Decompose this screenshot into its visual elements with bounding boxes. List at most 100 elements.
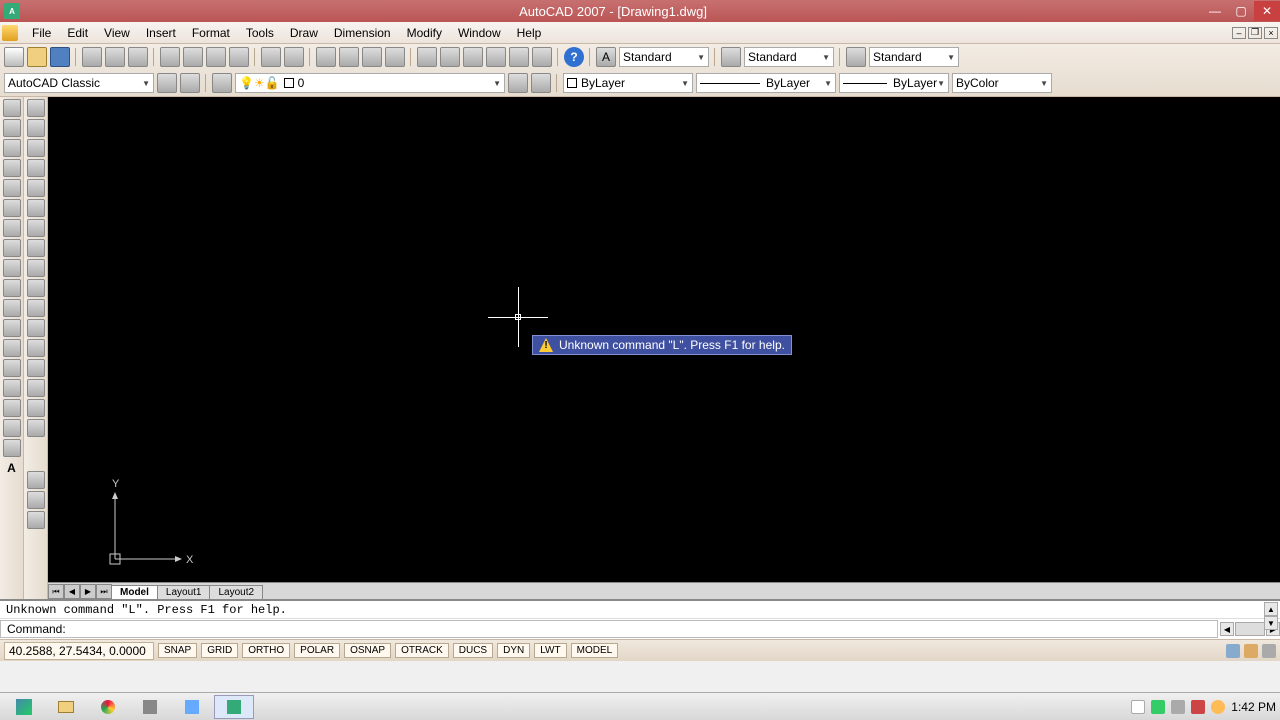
quickcalc-icon[interactable] — [532, 47, 552, 67]
zoom-previous-icon[interactable] — [362, 47, 382, 67]
undo-icon[interactable] — [261, 47, 281, 67]
lineweight-dropdown[interactable]: ByLayer▼ — [839, 73, 949, 93]
zoom-realtime-icon[interactable] — [339, 47, 359, 67]
draworder-back-icon[interactable] — [27, 491, 45, 509]
menu-dimension[interactable]: Dimension — [326, 23, 399, 43]
dim-style-dropdown[interactable]: Standard▼ — [744, 47, 834, 67]
open-icon[interactable] — [27, 47, 47, 67]
join-icon[interactable] — [27, 359, 45, 377]
sheet-set-icon[interactable] — [486, 47, 506, 67]
cmd-scroll-down-icon[interactable]: ▼ — [1264, 616, 1278, 630]
scale-icon[interactable] — [27, 239, 45, 257]
tray-clock[interactable]: 1:42 PM — [1231, 700, 1276, 714]
line-icon[interactable] — [3, 99, 21, 117]
save-icon[interactable] — [50, 47, 70, 67]
tray-volume-icon[interactable] — [1171, 700, 1185, 714]
tray-weather-icon[interactable] — [1211, 700, 1225, 714]
tab-layout2[interactable]: Layout2 — [209, 585, 263, 599]
tray-network-icon[interactable] — [1151, 700, 1165, 714]
draworder-front-icon[interactable] — [27, 471, 45, 489]
explode-icon[interactable] — [27, 419, 45, 437]
redo-icon[interactable] — [284, 47, 304, 67]
drawing-area[interactable]: ! Unknown command "L". Press F1 for help… — [48, 97, 1280, 599]
break-at-point-icon[interactable] — [27, 319, 45, 337]
plotstyle-dropdown[interactable]: ByColor▼ — [952, 73, 1052, 93]
tab-nav-first-icon[interactable]: ⏮ — [48, 584, 64, 599]
cut-icon[interactable] — [160, 47, 180, 67]
new-icon[interactable] — [4, 47, 24, 67]
point-icon[interactable] — [3, 359, 21, 377]
mdi-close-button[interactable]: × — [1264, 27, 1278, 39]
mirror-icon[interactable] — [27, 139, 45, 157]
table-style-dropdown[interactable]: Standard▼ — [869, 47, 959, 67]
snap-toggle[interactable]: SNAP — [158, 643, 197, 658]
paste-icon[interactable] — [206, 47, 226, 67]
menu-view[interactable]: View — [96, 23, 138, 43]
rotate-icon[interactable] — [27, 219, 45, 237]
task-app2[interactable] — [172, 695, 212, 719]
ortho-toggle[interactable]: ORTHO — [242, 643, 290, 658]
grid-toggle[interactable]: GRID — [201, 643, 238, 658]
insert-block-icon[interactable] — [3, 319, 21, 337]
osnap-toggle[interactable]: OSNAP — [344, 643, 391, 658]
array-icon[interactable] — [27, 179, 45, 197]
mdi-minimize-button[interactable]: – — [1232, 27, 1246, 39]
break-icon[interactable] — [27, 339, 45, 357]
tool-palettes-icon[interactable] — [463, 47, 483, 67]
move-icon[interactable] — [27, 199, 45, 217]
model-toggle[interactable]: MODEL — [571, 643, 619, 658]
close-button[interactable]: ✕ — [1254, 1, 1280, 21]
rectangle-icon[interactable] — [3, 179, 21, 197]
layer-states-icon[interactable] — [531, 73, 551, 93]
layer-manager-icon[interactable] — [212, 73, 232, 93]
trim-icon[interactable] — [27, 279, 45, 297]
menu-window[interactable]: Window — [450, 23, 509, 43]
status-lock-icon[interactable] — [1244, 644, 1258, 658]
match-properties-icon[interactable] — [229, 47, 249, 67]
tab-nav-prev-icon[interactable]: ◀ — [64, 584, 80, 599]
ellipse-arc-icon[interactable] — [3, 299, 21, 317]
copy-object-icon[interactable] — [27, 119, 45, 137]
coordinates-display[interactable]: 40.2588, 27.5434, 0.0000 — [4, 642, 154, 660]
menu-format[interactable]: Format — [184, 23, 238, 43]
construction-line-icon[interactable] — [3, 119, 21, 137]
status-tray-icon[interactable] — [1262, 644, 1276, 658]
spline-icon[interactable] — [3, 259, 21, 277]
status-comm-icon[interactable] — [1226, 644, 1240, 658]
dyn-toggle[interactable]: DYN — [497, 643, 530, 658]
ducs-toggle[interactable]: DUCS — [453, 643, 493, 658]
circle-icon[interactable] — [3, 219, 21, 237]
text-style-icon[interactable]: A — [596, 47, 616, 67]
gradient-icon[interactable] — [3, 399, 21, 417]
task-chrome[interactable] — [88, 695, 128, 719]
menu-help[interactable]: Help — [509, 23, 550, 43]
stretch-icon[interactable] — [27, 259, 45, 277]
lwt-toggle[interactable]: LWT — [534, 643, 566, 658]
revcloud-icon[interactable] — [3, 239, 21, 257]
erase-icon[interactable] — [27, 99, 45, 117]
ellipse-icon[interactable] — [3, 279, 21, 297]
publish-icon[interactable] — [128, 47, 148, 67]
design-center-icon[interactable] — [440, 47, 460, 67]
task-app1[interactable] — [130, 695, 170, 719]
offset-icon[interactable] — [27, 159, 45, 177]
extend-icon[interactable] — [27, 299, 45, 317]
menu-file[interactable]: File — [24, 23, 59, 43]
cmd-scroll-thumb[interactable] — [1235, 622, 1265, 636]
hatch-icon[interactable] — [3, 379, 21, 397]
text-style-dropdown[interactable]: Standard▼ — [619, 47, 709, 67]
dim-style-icon[interactable] — [721, 47, 741, 67]
chamfer-icon[interactable] — [27, 379, 45, 397]
start-button[interactable] — [4, 695, 44, 719]
tab-layout1[interactable]: Layout1 — [157, 585, 211, 599]
tab-model[interactable]: Model — [111, 585, 158, 599]
mtext-icon[interactable]: A — [3, 459, 21, 477]
properties-icon[interactable] — [417, 47, 437, 67]
task-autocad[interactable] — [214, 695, 254, 719]
tray-action-icon[interactable] — [1191, 700, 1205, 714]
arc-icon[interactable] — [3, 199, 21, 217]
color-dropdown[interactable]: ByLayer▼ — [563, 73, 693, 93]
linetype-dropdown[interactable]: ByLayer▼ — [696, 73, 836, 93]
tab-nav-last-icon[interactable]: ⏭ — [96, 584, 112, 599]
command-line[interactable]: Command: — [0, 620, 1218, 638]
